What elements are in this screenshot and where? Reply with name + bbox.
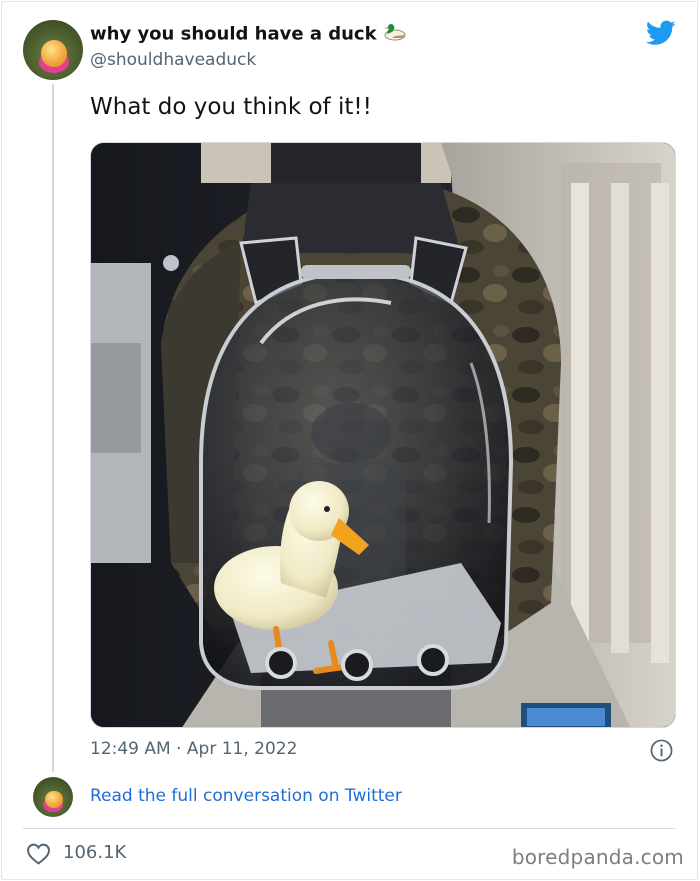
duck-backpack-illustration bbox=[91, 143, 675, 727]
read-conversation-link[interactable]: Read the full conversation on Twitter bbox=[90, 786, 402, 806]
reply-avatar[interactable] bbox=[33, 777, 73, 817]
like-count: 106.1K bbox=[63, 842, 127, 863]
info-icon[interactable] bbox=[650, 739, 673, 762]
tweet-text: What do you think of it!! bbox=[90, 94, 372, 120]
twitter-bird-icon[interactable] bbox=[646, 20, 676, 46]
avatar-duckling bbox=[41, 40, 68, 67]
author-handle[interactable]: @shouldhaveaduck bbox=[90, 50, 256, 70]
duck-emoji-icon bbox=[383, 22, 409, 47]
author-display-name[interactable]: why you should have a duck bbox=[90, 22, 409, 47]
display-name-text: why you should have a duck bbox=[90, 23, 377, 45]
tweet-time: 12:49 AM bbox=[90, 739, 171, 759]
avatar-duckling bbox=[45, 790, 63, 809]
author-avatar[interactable] bbox=[23, 20, 83, 80]
heart-icon[interactable] bbox=[26, 842, 51, 865]
tweet-photo[interactable] bbox=[90, 142, 676, 728]
tweet-timestamp[interactable]: 12:49 AM · Apr 11, 2022 bbox=[90, 739, 297, 759]
thread-line bbox=[52, 84, 54, 772]
boredpanda-watermark: boredpanda.com bbox=[511, 845, 684, 869]
divider bbox=[23, 828, 676, 829]
meta-separator: · bbox=[176, 739, 182, 759]
tweet-date: Apr 11, 2022 bbox=[186, 739, 298, 759]
